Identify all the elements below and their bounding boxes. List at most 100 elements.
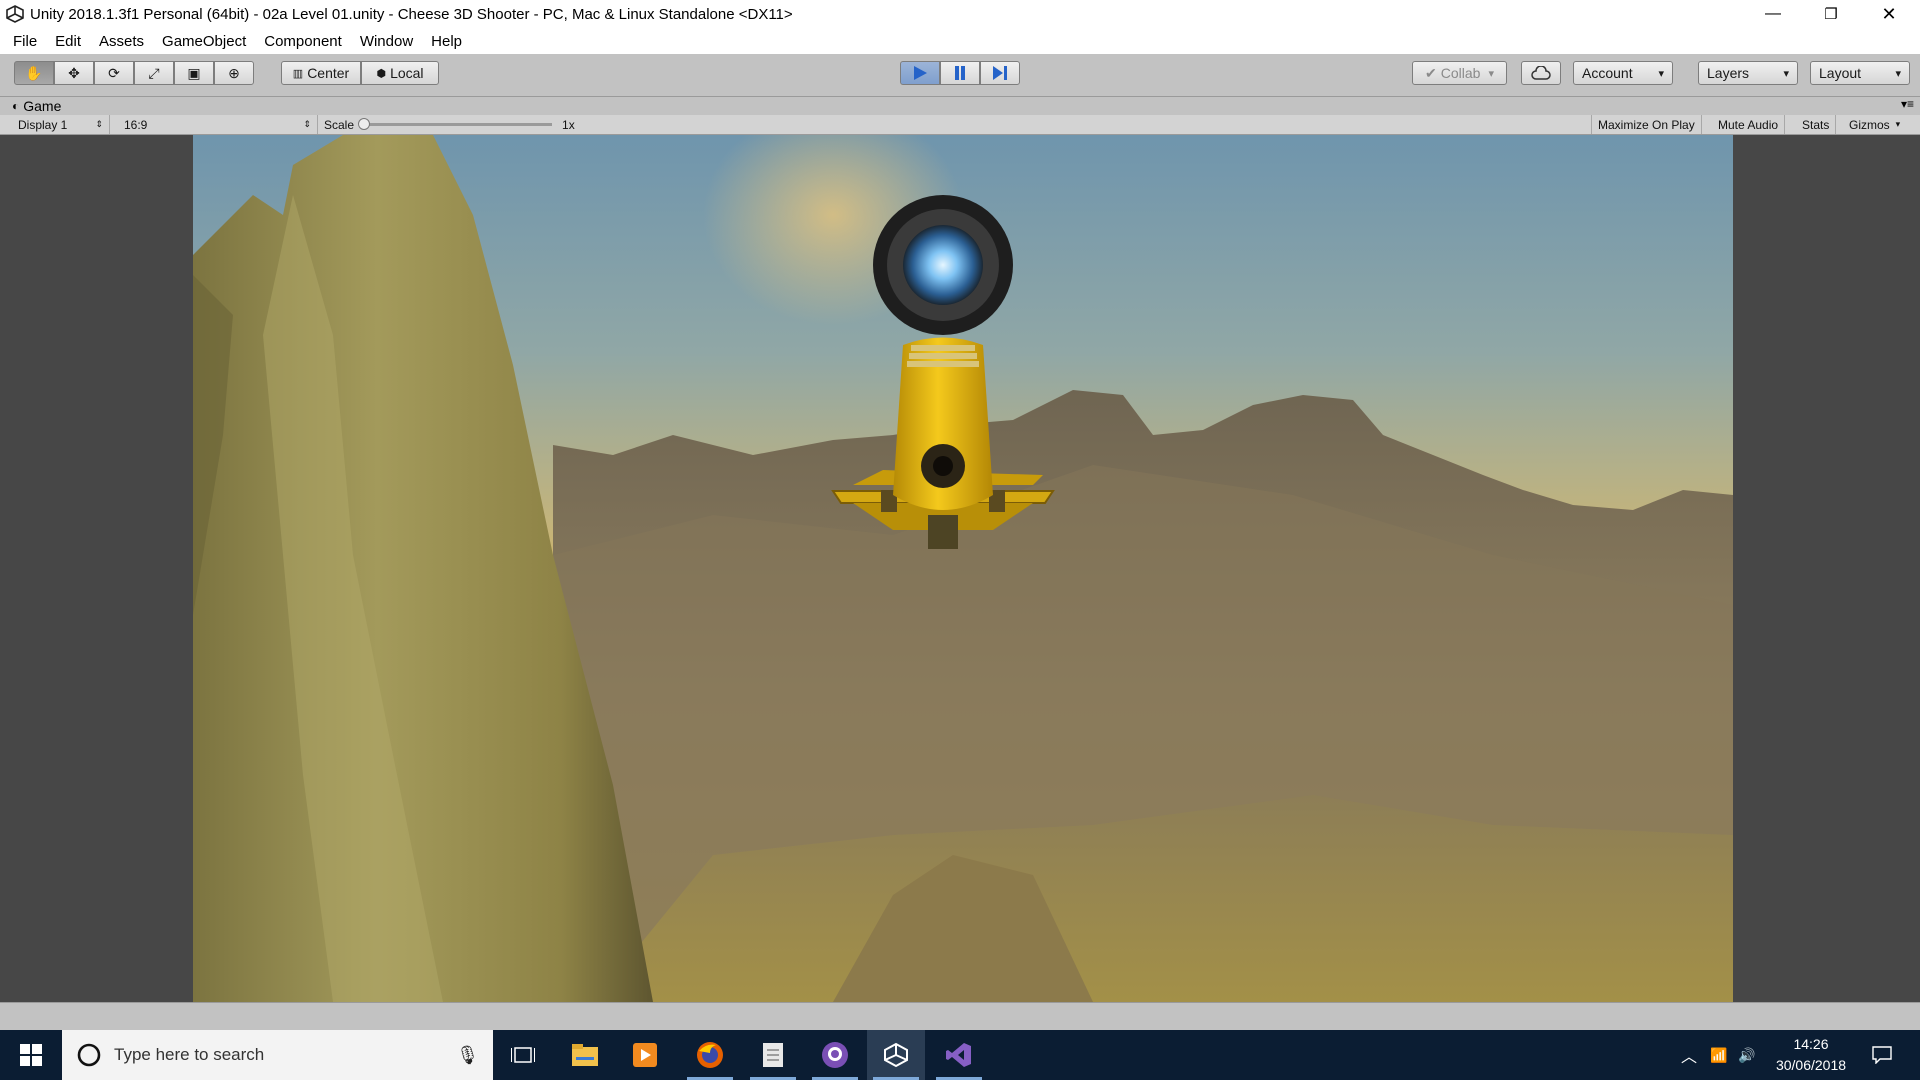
move-tool-button[interactable]: ✥ (54, 61, 94, 85)
close-button[interactable]: ✕ (1860, 0, 1918, 28)
transform-tool-button[interactable]: ⊕ (214, 61, 254, 85)
taskbar-clock[interactable]: 14:26 30/06/2018 (1762, 1030, 1860, 1080)
task-view-icon (511, 1047, 535, 1063)
volume-button[interactable]: 🔊 (1734, 1030, 1760, 1080)
cloud-button[interactable] (1521, 61, 1561, 85)
maximize-label: Maximize On Play (1598, 117, 1695, 132)
hand-icon: ✋ (25, 64, 43, 81)
collab-label: Collab (1440, 65, 1481, 81)
unity-logo-icon (6, 5, 24, 23)
collab-check-icon: ✔ (1425, 64, 1437, 81)
game-tab-bar: ◐ Game ▾≡ (0, 97, 1920, 115)
local-icon: ⬢ (376, 67, 387, 80)
cloud-icon (1531, 66, 1551, 80)
game-render[interactable] (193, 135, 1733, 1002)
mute-label: Mute Audio (1718, 117, 1779, 132)
restore-button[interactable]: ❐ (1802, 0, 1860, 28)
taskbar-search[interactable]: Type here to search 🎙 (62, 1030, 493, 1080)
aspect-label: 16:9 (124, 117, 148, 132)
rect-tool-button[interactable]: ▣ (174, 61, 214, 85)
aspect-arrows-icon: ⇕ (303, 119, 311, 129)
menu-assets[interactable]: Assets (81, 33, 144, 50)
pivot-center-button[interactable]: ▥ Center (281, 61, 361, 85)
visual-studio-button[interactable] (930, 1030, 988, 1080)
stats-toggle[interactable]: Stats (1796, 115, 1837, 134)
notification-icon (1872, 1046, 1892, 1064)
menu-bar: File Edit Assets GameObject Component Wi… (0, 28, 1920, 54)
minimize-button[interactable]: — (1744, 0, 1802, 28)
tray-expand-button[interactable]: ︿ (1676, 1030, 1702, 1080)
scale-label: Scale (324, 117, 355, 132)
menu-component[interactable]: Component (246, 33, 342, 50)
gizmos-label: Gizmos (1849, 117, 1890, 132)
hand-tool-button[interactable]: ✋ (14, 61, 54, 85)
account-label: Account (1582, 65, 1633, 81)
gizmos-dropdown[interactable]: Gizmos ▾ (1843, 115, 1920, 134)
pause-button[interactable] (940, 61, 980, 85)
wifi-icon: 📶 (1710, 1046, 1728, 1063)
scale-tool-button[interactable]: ⤢ (134, 61, 174, 85)
menu-file[interactable]: File (0, 33, 37, 50)
start-button[interactable] (0, 1030, 62, 1080)
menu-help[interactable]: Help (413, 33, 462, 50)
unity-button[interactable] (867, 1030, 925, 1080)
media-player-button[interactable] (616, 1030, 674, 1080)
menu-edit[interactable]: Edit (37, 33, 81, 50)
maximize-on-play-toggle[interactable]: Maximize On Play (1591, 115, 1702, 134)
github-button[interactable] (806, 1030, 864, 1080)
game-view-controls: Display 1 ⇕ 16:9 ⇕ Scale 1x Maximize On … (0, 115, 1920, 135)
display-arrows-icon: ⇕ (95, 119, 103, 129)
search-placeholder: Type here to search (114, 1045, 265, 1064)
scale-control: Scale 1x (318, 115, 584, 134)
layers-label: Layers (1707, 65, 1750, 81)
display-dropdown[interactable]: Display 1 ⇕ (12, 115, 110, 134)
menu-window[interactable]: Window (342, 33, 413, 50)
pivot-label: Center (307, 65, 350, 81)
scale-slider-thumb[interactable] (358, 118, 371, 130)
unity-icon (884, 1042, 908, 1068)
rect-tool-icon: ▣ (187, 64, 201, 81)
scale-value: 1x (562, 117, 575, 132)
status-bar (0, 1002, 1920, 1031)
microphone-icon[interactable]: 🎙 (456, 1045, 479, 1066)
task-view-button[interactable] (494, 1030, 552, 1080)
step-icon (993, 66, 1007, 80)
firefox-icon (697, 1042, 723, 1068)
step-button[interactable] (980, 61, 1020, 85)
move-icon: ✥ (68, 64, 80, 81)
action-center-button[interactable] (1862, 1030, 1902, 1080)
gizmos-arrow-icon: ▾ (1895, 119, 1901, 129)
pivot-icon: ▥ (292, 67, 304, 80)
window-titlebar: Unity 2018.1.3f1 Personal (64bit) - 02a … (0, 0, 1920, 28)
file-explorer-button[interactable] (556, 1030, 614, 1080)
close-icon: ✕ (1881, 3, 1897, 24)
firefox-button[interactable] (681, 1030, 739, 1080)
pivot-local-button[interactable]: ⬢ Local (361, 61, 439, 85)
notes-icon (763, 1043, 783, 1067)
menu-gameobject[interactable]: GameObject (144, 33, 246, 50)
windows-taskbar: Type here to search 🎙 ︿ 📶 🔊 14:26 30/06/… (0, 1030, 1920, 1080)
transform-icon: ⊕ (228, 64, 240, 81)
account-dropdown[interactable]: Account (1573, 61, 1673, 85)
rotate-tool-button[interactable]: ⟳ (94, 61, 134, 85)
tab-game[interactable]: ◐ Game (12, 97, 61, 115)
network-button[interactable]: 📶 (1706, 1030, 1732, 1080)
windows-logo-icon (20, 1044, 42, 1066)
github-icon (822, 1042, 848, 1068)
tab-menu-icon[interactable]: ▾≡ (1901, 97, 1914, 111)
chevron-up-icon: ︿ (1680, 1049, 1697, 1066)
stats-label: Stats (1802, 117, 1830, 132)
layout-label: Layout (1819, 65, 1862, 81)
play-button[interactable] (900, 61, 940, 85)
layout-dropdown[interactable]: Layout (1810, 61, 1910, 85)
main-toolbar: ✋ ✥ ⟳ ⤢ ▣ ⊕ ▥ Center ⬢ Local ✔ Collab Ac… (0, 54, 1920, 97)
visual-studio-icon (946, 1043, 971, 1067)
mute-audio-toggle[interactable]: Mute Audio (1712, 115, 1786, 134)
layers-dropdown[interactable]: Layers (1698, 61, 1798, 85)
aspect-dropdown[interactable]: 16:9 ⇕ (118, 115, 318, 134)
scale-slider[interactable] (358, 118, 553, 130)
collab-button[interactable]: ✔ Collab (1412, 61, 1507, 85)
game-viewport (0, 135, 1920, 1002)
notes-button[interactable] (744, 1030, 802, 1080)
game-tab-label: Game (23, 98, 62, 114)
